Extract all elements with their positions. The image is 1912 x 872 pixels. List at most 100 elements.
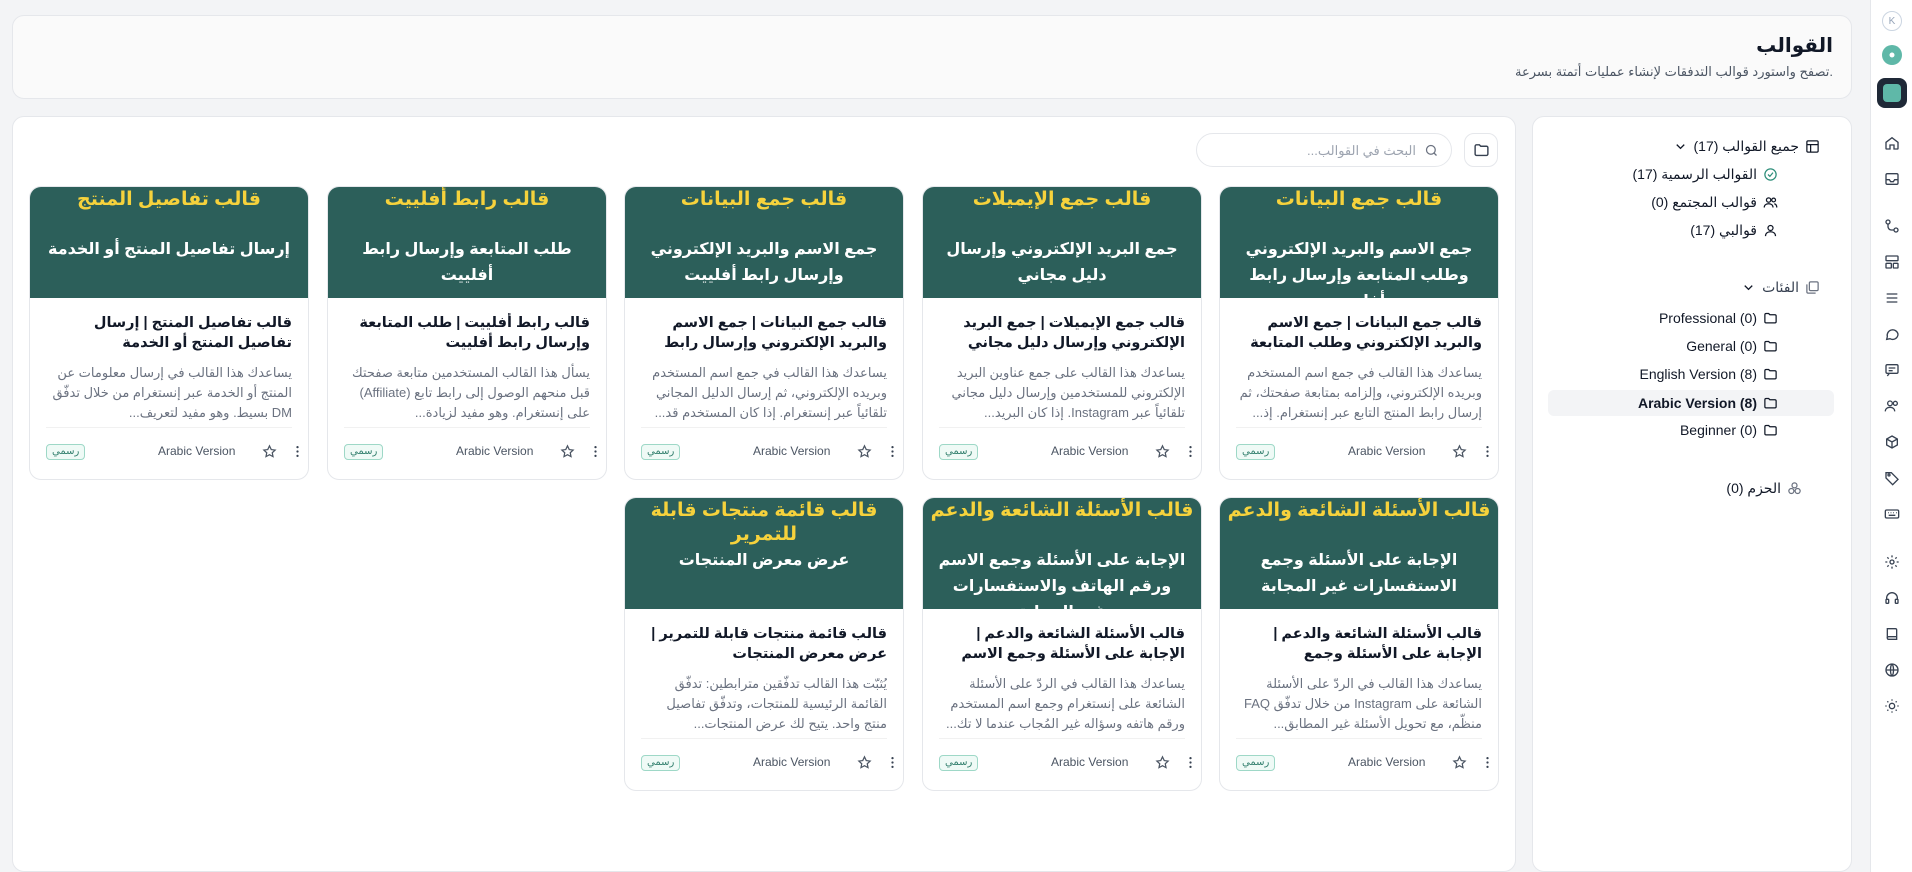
version-label: Arabic Version [1348,444,1426,458]
chevron-down-icon[interactable] [1673,139,1688,154]
sidebar-item-all-templates[interactable]: جميع القوالب (17) [1673,134,1821,158]
version-label: Arabic Version [753,444,831,458]
more-options-icon[interactable] [1480,755,1495,770]
sidebar-item-bundles[interactable]: الحزم (0) [1726,476,1802,500]
star-icon[interactable] [857,755,872,770]
folder-icon [1473,143,1489,156]
card-title: قالب جمع البيانات | جمع الاسم والبريد ال… [1250,315,1482,351]
category-label: Arabic Version (8) [1637,395,1757,411]
star-icon[interactable] [1452,444,1467,459]
folder-icon [1764,340,1777,351]
template-card[interactable]: قالب الأسئلة الشائعة والدعم الإجابة على ا… [922,497,1202,791]
chat-icon[interactable] [1879,321,1905,347]
card-footer: رسمي Arabic Version [939,442,1192,462]
card-description: يساعدك هذا القالب في جمع اسم المستخدم وب… [652,365,887,420]
sun-icon[interactable] [1879,693,1905,719]
banner-title: قالب الأسئلة الشائعة والدعم [1227,500,1491,521]
search-icon [1425,144,1437,156]
search-input[interactable] [1216,142,1416,158]
sidebar-item-label: القوالب الرسمية (17) [1632,165,1758,182]
template-card[interactable]: قالب جمع الإيميلات جمع البريد الإلكتروني … [922,186,1202,480]
official-badge: رسمي [939,755,979,771]
keyboard-icon[interactable] [1879,501,1905,527]
banner-subtitle: إرسال تفاصيل المنتج أو الخدمة [47,241,291,258]
menu-icon[interactable] [1879,285,1905,311]
workspace-icon[interactable] [1877,78,1907,108]
more-options-icon[interactable] [885,755,900,770]
sidebar-item-mine[interactable]: قوالبي (17) [1690,218,1778,242]
more-options-icon[interactable] [1183,444,1198,459]
card-divider [641,738,887,739]
star-icon[interactable] [560,444,575,459]
headset-icon[interactable] [1879,585,1905,611]
more-options-icon[interactable] [1480,444,1495,459]
more-options-icon[interactable] [885,444,900,459]
category-item[interactable]: Professional (0) [1659,306,1778,330]
folder-icon [1764,368,1777,379]
template-card[interactable]: قالب جمع البيانات جمع الاسم والبريد الإلك… [1219,186,1499,480]
sidebar-item-official[interactable]: القوالب الرسمية (17) [1633,162,1779,186]
inbox-icon[interactable] [1879,166,1905,192]
bundles-icon [1788,481,1801,494]
card-footer: رسمي Arabic Version [939,753,1192,773]
package-icon[interactable] [1879,429,1905,455]
page-subtitle: تصفح واستورد قوالب التدفقات لإنشاء عمليا… [1515,64,1833,79]
more-options-icon[interactable] [588,444,603,459]
folder-button[interactable] [1464,133,1498,167]
templates-icon[interactable] [1879,249,1905,275]
star-icon[interactable] [1452,755,1467,770]
category-label: English Version (8) [1639,366,1757,382]
star-icon[interactable] [857,444,872,459]
template-card[interactable]: قالب الأسئلة الشائعة والدعم الإجابة على ا… [1219,497,1499,791]
category-item[interactable]: Beginner (0) [1680,418,1778,442]
template-card[interactable]: قالب تفاصيل المنتج إرسال تفاصيل المنتج أو… [29,186,309,480]
banner-title: قالب جمع البيانات [680,189,848,210]
sidebar-item-community[interactable]: قوالب المجتمع (0) [1651,190,1778,214]
banner-title: قالب قائمة منتجات قابلة للتمرير [650,500,878,545]
version-label: Arabic Version [1348,755,1426,769]
template-card[interactable]: قالب قائمة منتجات قابلة للتمرير عرض معرض … [624,497,904,791]
more-options-icon[interactable] [290,444,305,459]
banner-title: قالب رابط أفلييت [384,189,550,210]
sidebar-item-label: قوالب المجتمع (0) [1651,193,1757,210]
banner-title: قالب تفاصيل المنتج [77,189,261,210]
star-icon[interactable] [1155,444,1170,459]
home-icon[interactable] [1879,130,1905,156]
card-description: يساعدك هذا القالب في إرسال معلومات عن ال… [52,365,292,420]
search-box[interactable] [1196,133,1452,167]
banner-subtitle: طلب المتابعة وإرسال رابط أفلييت [362,241,572,284]
chevron-down-icon[interactable] [1741,280,1756,295]
card-divider [641,427,887,428]
card-title: قالب رابط أفلييت | طلب المتابعة وإرسال ر… [359,315,590,351]
star-icon[interactable] [262,444,277,459]
comments-icon[interactable] [1879,357,1905,383]
folder-icon [1764,424,1777,435]
banner-subtitle: جمع الاسم والبريد الإلكتروني وإرسال رابط… [650,241,878,284]
globe-icon[interactable] [1879,657,1905,683]
avatar[interactable] [1882,45,1902,65]
category-item-active[interactable]: Arabic Version (8) [1548,390,1834,416]
card-description: يُثبّت هذا القالب تدفّقين مترابطين: تدفّ… [666,676,887,731]
banner-title: قالب جمع البيانات [1275,189,1443,210]
contacts-icon[interactable] [1879,393,1905,419]
category-item[interactable]: General (0) [1686,334,1778,358]
tag-icon[interactable] [1879,465,1905,491]
folder-icon [1764,397,1777,408]
template-card[interactable]: قالب جمع البيانات جمع الاسم والبريد الإلك… [624,186,904,480]
category-label: Professional (0) [1658,310,1757,326]
more-options-icon[interactable] [1183,755,1198,770]
collapse-icon[interactable]: K [1882,11,1902,31]
categories-header[interactable]: الفئات [1741,275,1820,299]
book-icon[interactable] [1879,621,1905,647]
card-divider [1236,427,1482,428]
template-card[interactable]: قالب رابط أفلييت طلب المتابعة وإرسال رابط… [327,186,607,480]
star-icon[interactable] [1155,755,1170,770]
flows-icon[interactable] [1879,213,1905,239]
banner-title: قالب جمع الإيميلات [972,189,1152,210]
banner-subtitle: الإجابة على الأسئلة وجمع الاسم ورقم الها… [938,552,1186,621]
card-title: قالب جمع الإيميلات | جمع البريد الإلكترو… [963,315,1185,351]
category-item[interactable]: English Version (8) [1639,362,1778,386]
card-description: يسأل هذا القالب المستخدمين متابعة صفحتك … [351,365,590,420]
gear-icon[interactable] [1879,549,1905,575]
card-title: قالب جمع البيانات | جمع الاسم والبريد ال… [664,315,887,351]
